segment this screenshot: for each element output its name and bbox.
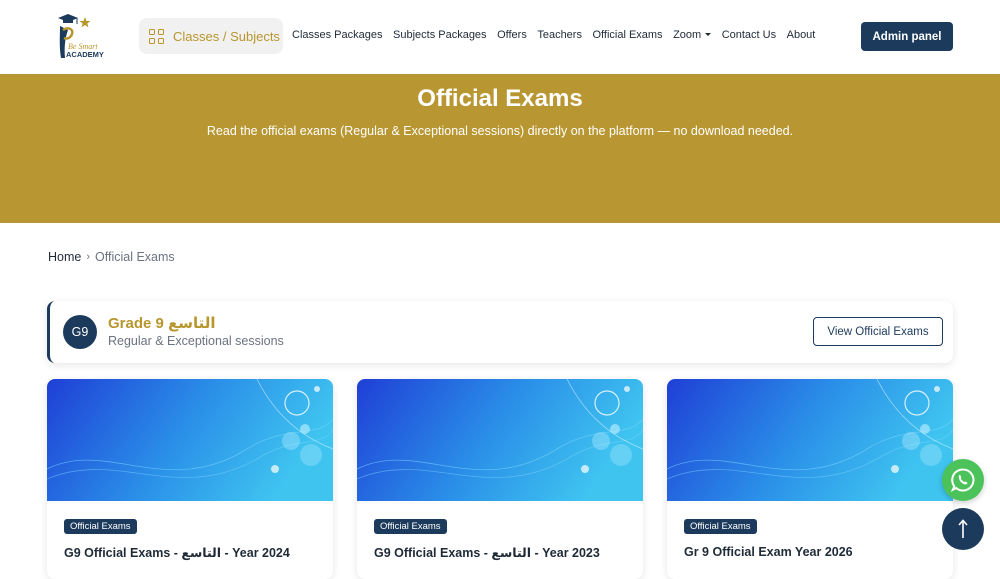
- caret-down-icon: [705, 32, 712, 36]
- exam-title: G9 Official Exams - التاسع - Year 2023: [374, 546, 600, 560]
- classes-subjects-button[interactable]: Classes / Subjects: [139, 18, 283, 54]
- breadcrumb-home[interactable]: Home: [48, 250, 81, 264]
- nav-zoom-dropdown[interactable]: Zoom: [673, 29, 712, 41]
- nav-offers[interactable]: Offers: [497, 29, 527, 41]
- exam-thumbnail: [667, 379, 953, 501]
- hero-banner: Official Exams Read the official exams (…: [0, 74, 1000, 223]
- nav-classes-packages[interactable]: Classes Packages: [292, 29, 383, 41]
- exam-tag: Official Exams: [64, 519, 137, 534]
- nav-about[interactable]: About: [787, 29, 816, 41]
- exam-card[interactable]: Official Exams G9 Official Exams - التاس…: [357, 379, 643, 579]
- exam-tag: Official Exams: [374, 519, 447, 534]
- view-official-exams-button[interactable]: View Official Exams: [813, 317, 943, 346]
- breadcrumb-current: Official Exams: [95, 250, 175, 264]
- page-title: Official Exams: [417, 85, 583, 112]
- navbar: Be Smart ACADEMY Classes / Subjects Clas…: [0, 0, 1000, 74]
- exam-thumbnail: [47, 379, 333, 501]
- grade-subtitle: Regular & Exceptional sessions: [108, 334, 284, 348]
- whatsapp-icon: [950, 468, 975, 493]
- grade-title: Grade 9 التاسع: [108, 315, 216, 332]
- hero-subtitle: Read the official exams (Regular & Excep…: [206, 124, 794, 138]
- exam-title: G9 Official Exams - التاسع - Year 2024: [64, 546, 290, 560]
- nav-contact-us[interactable]: Contact Us: [722, 29, 776, 41]
- arrow-up-icon: [958, 519, 968, 538]
- academy-logo[interactable]: Be Smart ACADEMY: [55, 12, 107, 62]
- exam-card[interactable]: Official Exams Gr 9 Official Exam Year 2…: [667, 379, 953, 579]
- nav-subjects-packages[interactable]: Subjects Packages: [393, 29, 487, 41]
- grid-icon: [149, 28, 164, 44]
- exam-title: Gr 9 Official Exam Year 2026: [684, 545, 853, 559]
- grade-badge: G9: [63, 315, 97, 349]
- classes-subjects-label: Classes / Subjects: [173, 28, 280, 44]
- exam-card[interactable]: Official Exams G9 Official Exams - التاس…: [47, 379, 333, 579]
- exam-tag: Official Exams: [684, 519, 757, 534]
- svg-text:ACADEMY: ACADEMY: [66, 50, 104, 59]
- nav-teachers[interactable]: Teachers: [537, 29, 582, 41]
- breadcrumb: Home › Official Exams: [48, 250, 175, 264]
- nav-official-exams[interactable]: Official Exams: [592, 29, 662, 41]
- exam-thumbnail: [357, 379, 643, 501]
- scroll-to-top-button[interactable]: [942, 508, 984, 550]
- nav-links: Classes Packages Subjects Packages Offer…: [292, 29, 826, 41]
- nav-zoom-label: Zoom: [673, 29, 702, 41]
- chevron-right-icon: ›: [86, 251, 91, 263]
- admin-panel-button[interactable]: Admin panel: [861, 22, 953, 51]
- whatsapp-button[interactable]: [942, 459, 984, 501]
- grade-card: G9 Grade 9 التاسع Regular & Exceptional …: [47, 301, 953, 363]
